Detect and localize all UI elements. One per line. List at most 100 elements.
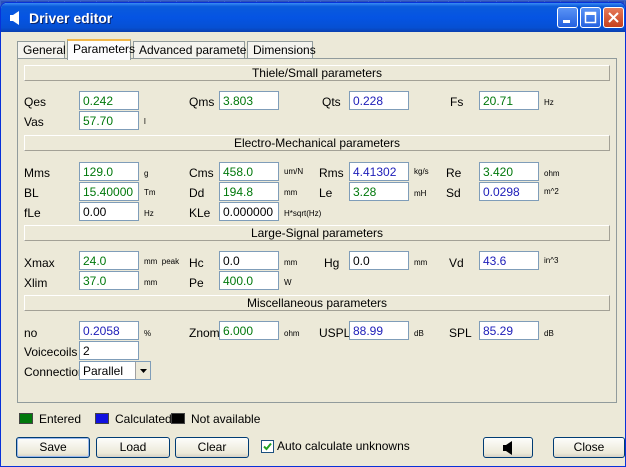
dropdown-arrow[interactable] xyxy=(135,362,150,379)
tab-parameters[interactable]: Parameters xyxy=(67,39,135,60)
cms-unit: um/N xyxy=(284,167,304,176)
uspl-label: USPL xyxy=(319,326,351,340)
qts-label: Qts xyxy=(322,95,341,109)
qes-label: Qes xyxy=(24,95,47,109)
close-button[interactable]: Close xyxy=(553,437,625,458)
tab-label: Dimensions xyxy=(253,43,316,57)
hg-unit: mm xyxy=(414,258,428,267)
re-field[interactable]: 3.420 xyxy=(479,162,539,181)
no-field[interactable]: 0.2058 xyxy=(79,321,139,340)
tab-general[interactable]: General xyxy=(17,41,66,59)
kle-field[interactable]: 0.000000 xyxy=(219,202,279,221)
bl-field[interactable]: 15.40000 xyxy=(79,182,139,201)
xlim-label: Xlim xyxy=(24,276,48,290)
fle-label: fLe xyxy=(24,206,41,220)
cms-field[interactable]: 458.0 xyxy=(219,162,279,181)
section-header-large-signal: Large-Signal parameters xyxy=(24,225,610,241)
vd-label: Vd xyxy=(449,256,464,270)
clear-button[interactable]: Clear xyxy=(175,437,249,458)
xlim-field[interactable]: 37.0 xyxy=(79,271,139,290)
save-button[interactable]: Save xyxy=(16,437,90,458)
legend-calculated-label: Calculated xyxy=(115,412,172,426)
maximize-button[interactable] xyxy=(580,7,601,28)
dd-unit: mm xyxy=(284,188,298,197)
window-title: Driver editor xyxy=(29,10,113,26)
qms-field[interactable]: 3.803 xyxy=(219,91,279,110)
uspl-field[interactable]: 88.99 xyxy=(349,321,409,340)
voicecoils-field[interactable]: 2 xyxy=(79,341,139,360)
qts-field[interactable]: 0.228 xyxy=(349,91,409,110)
vas-label: Vas xyxy=(24,115,44,129)
no-label: no xyxy=(24,326,38,340)
speaker-icon xyxy=(503,441,512,455)
driver-editor-window: Driver editor General Parameters Advance… xyxy=(0,2,626,467)
fs-label: Fs xyxy=(450,95,464,109)
sd-unit: m^2 xyxy=(544,187,559,196)
legend-swatch-entered xyxy=(19,413,33,424)
pe-unit: W xyxy=(284,278,292,287)
speaker-icon xyxy=(10,11,19,25)
mms-unit: g xyxy=(144,169,149,178)
znom-field[interactable]: 6.000 xyxy=(219,321,279,340)
section-header-electro-mechanical: Electro-Mechanical parameters xyxy=(24,135,610,151)
section-header-miscellaneous: Miscellaneous parameters xyxy=(24,295,610,311)
le-field[interactable]: 3.28 xyxy=(349,182,409,201)
rms-unit: kg/s xyxy=(414,167,429,176)
qes-field[interactable]: 0.242 xyxy=(79,91,139,110)
xlim-unit: mm xyxy=(144,278,158,287)
spl-label: SPL xyxy=(449,326,472,340)
connection-select[interactable]: Parallel xyxy=(79,361,151,380)
sd-label: Sd xyxy=(446,186,461,200)
minimize-icon xyxy=(563,20,570,23)
cms-label: Cms xyxy=(189,166,214,180)
vas-unit: l xyxy=(144,117,146,126)
tab-advanced-parameters[interactable]: Advanced parameters xyxy=(133,41,256,59)
pe-label: Pe xyxy=(189,276,204,290)
xmax-unit: mm peak xyxy=(144,257,180,266)
dd-field[interactable]: 194.8 xyxy=(219,182,279,201)
hc-field[interactable]: 0.0 xyxy=(219,251,279,270)
hc-label: Hc xyxy=(189,256,204,270)
parameters-panel: Thiele/Small parameters Qes 0.242 Qms 3.… xyxy=(17,58,617,403)
load-button[interactable]: Load xyxy=(96,437,170,458)
kle-label: KLe xyxy=(189,206,211,220)
re-unit: ohm xyxy=(544,169,560,178)
section-header-thiele-small: Thiele/Small parameters xyxy=(24,65,610,81)
close-icon xyxy=(608,12,619,23)
chevron-down-icon xyxy=(140,369,147,373)
maximize-icon xyxy=(584,11,597,24)
xmax-label: Xmax xyxy=(24,256,55,270)
tab-label: Parameters xyxy=(73,42,136,56)
tab-dimensions[interactable]: Dimensions xyxy=(247,41,316,59)
fle-unit: Hz xyxy=(144,209,154,218)
speaker-button[interactable] xyxy=(483,437,533,458)
close-window-button[interactable] xyxy=(603,7,624,28)
spl-field[interactable]: 85.29 xyxy=(479,321,539,340)
legend-swatch-calculated xyxy=(95,413,109,424)
vas-field[interactable]: 57.70 xyxy=(79,111,139,130)
mms-label: Mms xyxy=(24,166,50,180)
fs-field[interactable]: 20.71 xyxy=(479,91,539,110)
title-bar[interactable]: Driver editor xyxy=(1,3,625,32)
fle-field[interactable]: 0.00 xyxy=(79,202,139,221)
no-unit: % xyxy=(144,329,152,338)
znom-label: Znom xyxy=(189,326,220,340)
rms-field[interactable]: 4.41302 xyxy=(349,162,409,181)
mms-field[interactable]: 129.0 xyxy=(79,162,139,181)
auto-calculate-checkbox[interactable] xyxy=(261,440,274,453)
hg-field[interactable]: 0.0 xyxy=(349,251,409,270)
rms-label: Rms xyxy=(319,166,344,180)
minimize-button[interactable] xyxy=(557,7,578,28)
legend-not-available-label: Not available xyxy=(191,412,261,426)
auto-calculate-label: Auto calculate unknowns xyxy=(277,439,410,453)
sd-field[interactable]: 0.0298 xyxy=(479,182,539,201)
tab-label: General xyxy=(23,43,66,57)
kle-unit: H*sqrt(Hz) xyxy=(284,209,322,218)
vd-unit: in^3 xyxy=(544,256,559,265)
checkmark-icon xyxy=(263,442,272,451)
xmax-field[interactable]: 24.0 xyxy=(79,251,139,270)
vd-field[interactable]: 43.6 xyxy=(479,251,539,270)
voicecoils-label: Voicecoils xyxy=(24,345,78,359)
bl-unit: Tm xyxy=(144,188,156,197)
pe-field[interactable]: 400.0 xyxy=(219,271,279,290)
